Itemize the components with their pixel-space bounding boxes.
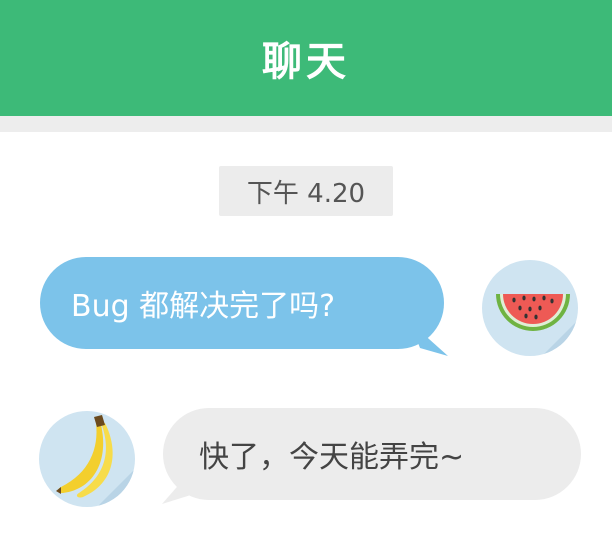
message-bubble-sent[interactable]: Bug 都解决完了吗?: [40, 257, 444, 349]
page-title: 聊天: [262, 39, 350, 85]
message-bubble-received[interactable]: 快了，今天能弄完~: [163, 408, 581, 500]
header-divider: [0, 116, 612, 132]
chat-header: 聊天: [0, 0, 612, 116]
banana-icon: [56, 415, 135, 507]
contact-avatar[interactable]: [39, 411, 135, 507]
message-text: 快了，今天能弄完~: [199, 440, 465, 475]
watermelon-icon: [496, 294, 578, 356]
message-text: Bug 都解决完了吗?: [71, 289, 336, 324]
my-avatar[interactable]: [482, 260, 578, 356]
timestamp-badge: 下午 4.20: [219, 166, 393, 216]
